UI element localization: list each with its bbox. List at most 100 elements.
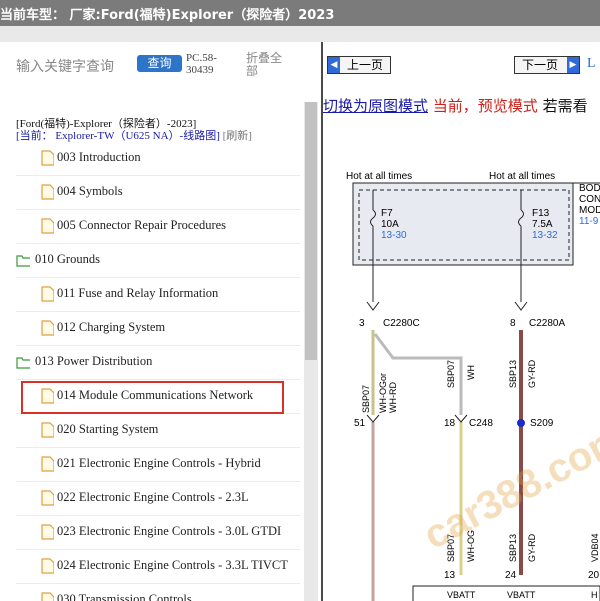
scrollbar-thumb[interactable] — [305, 102, 317, 360]
file-icon — [41, 592, 54, 601]
selected-highlight — [21, 381, 284, 414]
tree-item[interactable]: 004 Symbols — [16, 176, 300, 210]
wh-ogor-label: WH-OGor — [378, 373, 388, 413]
body-line-3: MOD — [579, 205, 600, 216]
file-icon — [41, 286, 54, 302]
tree-item[interactable]: 003 Introduction — [16, 142, 300, 176]
query-button[interactable]: 查询 — [137, 55, 182, 72]
file-icon — [41, 456, 54, 472]
pin-20: 20 — [588, 570, 600, 581]
pin-3: 3 — [359, 318, 365, 329]
sbp07-b-label: SBP07 — [446, 360, 456, 388]
tree-item-label: 020 Starting System — [57, 422, 159, 436]
c2280c-arrow-icon — [366, 301, 380, 311]
wiring-diagram: Hot at all times Hot at all times BOD CO… — [346, 171, 600, 601]
body-line-2: CON — [579, 194, 600, 205]
f7-label: F7 — [381, 208, 393, 219]
tree-item-label: 004 Symbols — [57, 184, 123, 198]
collapse-all-button[interactable]: 折叠全 部 — [246, 52, 286, 78]
c2280a-arrow-icon — [514, 301, 528, 311]
hot-label-2: Hot at all times — [489, 171, 555, 182]
tree-item-label: 023 Electronic Engine Controls - 3.0L GT… — [57, 524, 282, 538]
gy-rd-2-label: GY-RD — [527, 533, 537, 562]
sbp13-b-label: SBP13 — [508, 534, 518, 562]
tree-item-label: 030 Transmission Controls — [57, 592, 192, 601]
pin-24: 24 — [505, 570, 517, 581]
pin-8: 8 — [510, 318, 516, 329]
tree-item[interactable]: 030 Transmission Controls — [16, 584, 300, 601]
s209-label: S209 — [530, 418, 554, 429]
pin-18: 18 — [444, 418, 456, 429]
sbp07-a-label: SBP07 — [361, 385, 371, 413]
f13-ref: 13-32 — [532, 230, 558, 241]
refresh-link[interactable]: [刷新] — [223, 130, 252, 142]
mode-hint-text: 若需看 — [542, 97, 588, 115]
wh-label: WH — [466, 365, 476, 380]
tree-item-label: 021 Electronic Engine Controls - Hybrid — [57, 456, 261, 470]
tree-item-label: 012 Charging System — [57, 320, 166, 334]
current-prefix: [当前： — [16, 130, 53, 142]
file-icon — [41, 218, 54, 234]
tree-item-label: 013 Power Distribution — [35, 354, 153, 368]
file-icon — [41, 524, 54, 540]
prev-page-label: 上一页 — [347, 58, 384, 72]
tree-item-label: 011 Fuse and Relay Information — [57, 286, 219, 300]
current-mode-text: 当前，预览模式 — [432, 97, 538, 115]
tree-item[interactable]: 011 Fuse and Relay Information — [16, 278, 300, 312]
pin-13: 13 — [444, 570, 456, 581]
wh-rd-label: WH-RD — [388, 382, 398, 413]
tree-item[interactable]: 005 Connector Repair Procedures — [16, 210, 300, 244]
sbp13-label: SBP13 — [508, 360, 518, 388]
splice-s209-icon — [517, 419, 525, 427]
vbatt-1: VBATT — [447, 590, 476, 600]
tree-item[interactable]: 021 Electronic Engine Controls - Hybrid — [16, 448, 300, 482]
vdb04-label: VDB04 — [590, 533, 600, 562]
vehicle-title: 当前车型： 厂家:Ford(福特)Explorer（探险者）2023 — [0, 8, 335, 23]
c248-label: C248 — [469, 418, 493, 429]
next-page-button[interactable]: 下一页 ▶ — [514, 56, 580, 74]
tree-item[interactable]: 022 Electronic Engine Controls - 2.3L — [16, 482, 300, 516]
c2280a-label: C2280A — [529, 318, 565, 329]
tree-item[interactable]: 010 Grounds — [16, 244, 300, 278]
left-panel: 输入关键字查询 查询 PC.58- 30439 折叠全 部 [Ford(福特)-… — [0, 42, 322, 601]
tree-item-label: 024 Electronic Engine Controls - 3.3L TI… — [57, 558, 288, 572]
body-line-4: 11-9 — [579, 216, 599, 227]
tree-item[interactable]: 020 Starting System — [16, 414, 300, 448]
f13-amp: 7.5A — [532, 219, 553, 230]
tree-item-label: 022 Electronic Engine Controls - 2.3L — [57, 490, 249, 504]
tree-item-label: 003 Introduction — [57, 150, 141, 164]
file-icon — [41, 184, 54, 200]
f7-ref: 13-30 — [381, 230, 407, 241]
tree-item[interactable]: 023 Electronic Engine Controls - 3.0L GT… — [16, 516, 300, 550]
current-path: [当前： Explorer-TW（U625 NA）-线路图] [刷新] — [16, 127, 252, 143]
next-page-label: 下一页 — [522, 58, 559, 72]
search-input[interactable]: 输入关键字查询 — [16, 56, 114, 76]
tree-item[interactable]: 012 Charging System — [16, 312, 300, 346]
right-panel: ◀ 上一页 下一页 ▶ L 切换为原图模式 当前，预览模式 若需看 Hot at… — [323, 42, 600, 601]
original-mode-link[interactable]: 切换为原图模式 — [323, 97, 428, 115]
pc-code: PC.58- 30439 — [186, 52, 217, 76]
file-icon — [41, 320, 54, 336]
tree-item[interactable]: 013 Power Distribution — [16, 346, 300, 380]
last-page-link[interactable]: L — [587, 56, 596, 72]
h-1: H — [591, 590, 598, 600]
file-icon — [41, 422, 54, 438]
arrow-right-icon: ▶ — [567, 57, 579, 73]
folder-icon — [16, 255, 30, 267]
file-icon — [41, 150, 54, 166]
prev-page-button[interactable]: ◀ 上一页 — [327, 56, 391, 74]
f7-amp: 10A — [381, 219, 399, 230]
file-icon — [41, 490, 54, 506]
c2280c-label: C2280C — [383, 318, 420, 329]
body-line-1: BOD — [579, 183, 600, 194]
f13-label: F13 — [532, 208, 550, 219]
pin-51: 51 — [354, 418, 366, 429]
tree-item[interactable]: 024 Electronic Engine Controls - 3.3L TI… — [16, 550, 300, 584]
hot-label-1: Hot at all times — [346, 171, 412, 182]
current-link[interactable]: Explorer-TW（U625 NA）-线路图] — [55, 130, 219, 142]
mode-line: 切换为原图模式 当前，预览模式 若需看 — [323, 95, 588, 116]
tree-item-label: 005 Connector Repair Procedures — [57, 218, 227, 232]
vbatt-2: VBATT — [507, 590, 536, 600]
folder-icon — [16, 357, 30, 369]
title-bar: 当前车型： 厂家:Ford(福特)Explorer（探险者）2023 — [0, 0, 600, 26]
